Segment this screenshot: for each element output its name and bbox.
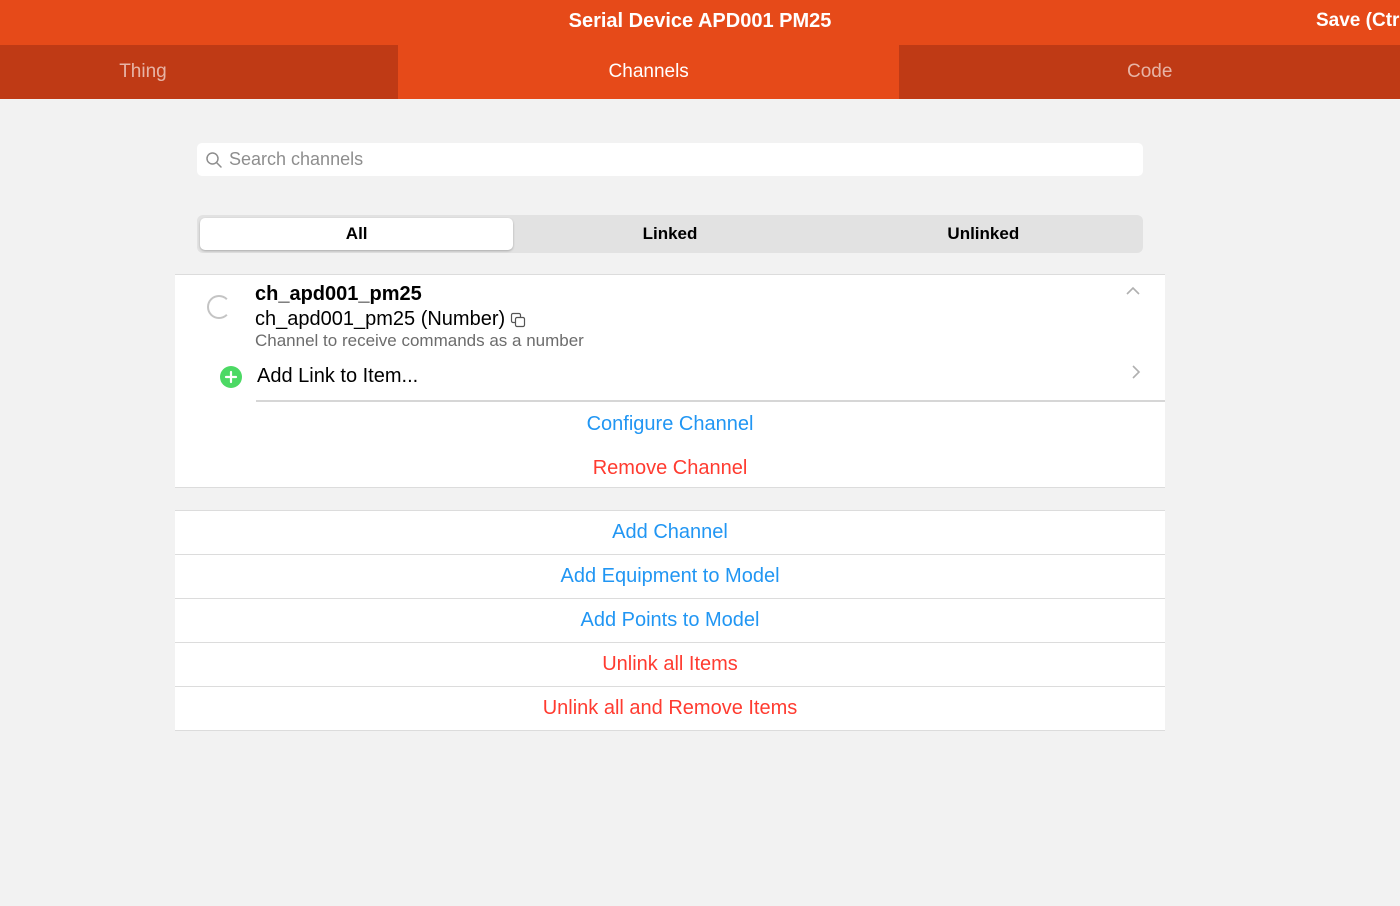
add-points-button[interactable]: Add Points to Model <box>175 599 1165 643</box>
filter-unlinked[interactable]: Unlinked <box>827 218 1140 250</box>
channel-name: ch_apd001_pm25 <box>255 283 422 305</box>
add-channel-button[interactable]: Add Channel <box>175 511 1165 555</box>
add-link-label: Add Link to Item... <box>257 365 419 387</box>
spinner-icon <box>207 295 231 319</box>
navbar: Serial Device APD001 PM25 Save (Ctrl-S) <box>0 0 1400 45</box>
search-icon <box>206 151 222 168</box>
chevron-up-icon[interactable] <box>1125 285 1141 297</box>
search-bar <box>197 143 1143 176</box>
add-link-to-item[interactable]: Add Link to Item... <box>175 357 1165 401</box>
tab-channels[interactable]: Channels <box>397 45 900 99</box>
channel-id-type-text: ch_apd001_pm25 (Number) <box>255 308 506 330</box>
channel-filter: All Linked Unlinked <box>197 215 1143 253</box>
page-title: Serial Device APD001 PM25 <box>568 10 832 32</box>
divider <box>256 400 1165 402</box>
filter-linked[interactable]: Linked <box>513 218 826 250</box>
tab-code[interactable]: Code <box>899 45 1400 99</box>
channel-description: Channel to receive commands as a number <box>255 331 584 350</box>
save-button[interactable]: Save (Ctrl-S) <box>1316 0 1400 45</box>
channel-id-type: ch_apd001_pm25 (Number) <box>255 308 526 331</box>
plus-circle-icon <box>220 366 242 388</box>
unlink-all-button[interactable]: Unlink all Items <box>175 643 1165 687</box>
copy-icon[interactable] <box>510 312 526 328</box>
chevron-right-icon <box>1132 365 1141 379</box>
unlink-remove-items-button[interactable]: Unlink all and Remove Items <box>175 687 1165 731</box>
channel-actions-list: Add Channel Add Equipment to Model Add P… <box>175 510 1165 731</box>
add-equipment-button[interactable]: Add Equipment to Model <box>175 555 1165 599</box>
configure-channel-button[interactable]: Configure Channel <box>175 404 1165 444</box>
tab-bar: Thing Channels Code <box>0 45 1400 99</box>
channel-card: ch_apd001_pm25 ch_apd001_pm25 (Number) C… <box>175 274 1165 488</box>
remove-channel-button[interactable]: Remove Channel <box>175 448 1165 488</box>
filter-all[interactable]: All <box>200 218 514 250</box>
search-input[interactable] <box>229 149 1143 170</box>
tab-thing[interactable]: Thing <box>0 45 286 99</box>
